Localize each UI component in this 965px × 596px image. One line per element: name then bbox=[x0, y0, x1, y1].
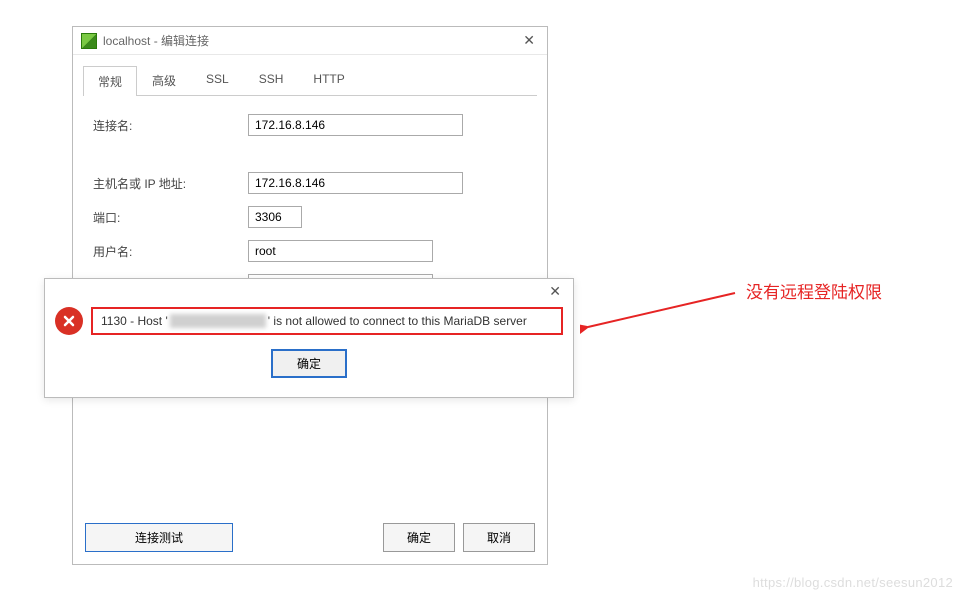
error-message-box: 1130 - Host ' ' is not allowed to connec… bbox=[91, 307, 563, 335]
annotation-arrow bbox=[580, 285, 740, 340]
error-close-icon[interactable]: ✕ bbox=[545, 283, 565, 300]
watermark: https://blog.csdn.net/seesun2012 bbox=[753, 575, 953, 590]
user-input[interactable] bbox=[248, 240, 433, 262]
tab-ssh[interactable]: SSH bbox=[244, 65, 299, 95]
host-input[interactable] bbox=[248, 172, 463, 194]
app-icon bbox=[81, 33, 97, 49]
titlebar: localhost - 编辑连接 ✕ bbox=[73, 27, 547, 55]
port-label: 端口: bbox=[93, 209, 248, 226]
tab-advanced[interactable]: 高级 bbox=[137, 65, 191, 95]
redacted-host bbox=[170, 314, 266, 328]
error-msg-pre: 1130 - Host ' bbox=[101, 314, 168, 328]
error-titlebar: ✕ bbox=[45, 279, 573, 303]
close-icon[interactable]: ✕ bbox=[519, 32, 539, 49]
error-msg-post: ' is not allowed to connect to this Mari… bbox=[268, 314, 527, 328]
tabs: 常规 高级 SSL SSH HTTP bbox=[83, 65, 537, 96]
tab-ssl[interactable]: SSL bbox=[191, 65, 244, 95]
error-dialog: ✕ 1130 - Host ' ' is not allowed to conn… bbox=[44, 278, 574, 398]
port-input[interactable] bbox=[248, 206, 302, 228]
cancel-button[interactable]: 取消 bbox=[463, 523, 535, 552]
tab-http[interactable]: HTTP bbox=[298, 65, 359, 95]
annotation-text: 没有远程登陆权限 bbox=[746, 278, 882, 303]
host-label: 主机名或 IP 地址: bbox=[93, 175, 248, 192]
error-ok-button[interactable]: 确定 bbox=[271, 349, 347, 378]
conn-name-label: 连接名: bbox=[93, 117, 248, 134]
window-title: localhost - 编辑连接 bbox=[103, 32, 519, 49]
ok-button[interactable]: 确定 bbox=[383, 523, 455, 552]
user-label: 用户名: bbox=[93, 243, 248, 260]
conn-name-input[interactable] bbox=[248, 114, 463, 136]
bottom-buttons: 连接测试 确定 取消 bbox=[85, 523, 535, 552]
error-body: 1130 - Host ' ' is not allowed to connec… bbox=[45, 303, 573, 335]
test-connection-button[interactable]: 连接测试 bbox=[85, 523, 233, 552]
error-icon bbox=[55, 307, 83, 335]
tab-general[interactable]: 常规 bbox=[83, 66, 137, 96]
